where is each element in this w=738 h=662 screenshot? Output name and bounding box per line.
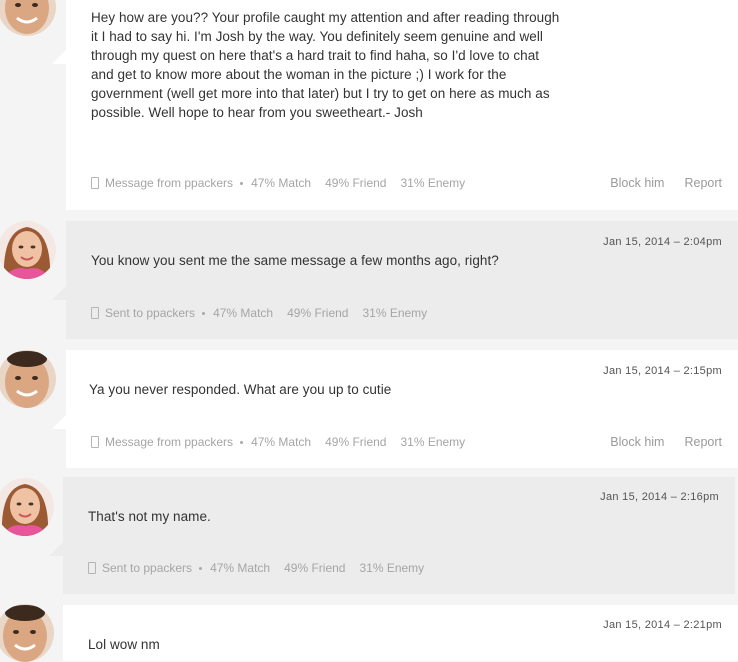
josh-photo-icon xyxy=(0,604,54,662)
bubble-tail xyxy=(49,542,63,556)
phone-icon xyxy=(91,436,99,448)
my-photo-icon xyxy=(0,478,54,536)
message-timestamp: Jan 15, 2014 – 2:15pm xyxy=(603,365,722,377)
match-percent: 47% Match xyxy=(251,176,312,190)
message-bubble: Jan 15, 2014 – 2:16pm That's not my name… xyxy=(63,477,735,594)
enemy-percent: 31% Enemy xyxy=(362,306,428,320)
message-meta: Message from ppackers 47% Match 49% Frie… xyxy=(91,176,465,190)
enemy-percent: 31% Enemy xyxy=(400,176,466,190)
message-text: Hey how are you?? Your profile caught my… xyxy=(91,10,560,120)
friend-percent: 49% Friend xyxy=(287,306,349,320)
message-text: Lol wow nm xyxy=(88,637,160,652)
message-timestamp: Jan 15, 2014 – 2:04pm xyxy=(603,236,722,248)
message-bubble: Jan 15, 2014 – 2:04pm You know you sent … xyxy=(66,221,738,339)
avatar-josh[interactable] xyxy=(0,604,54,662)
message-timestamp: Jan 15, 2014 – 2:21pm xyxy=(603,619,722,631)
friend-percent: 49% Friend xyxy=(325,435,387,449)
bubble-tail xyxy=(52,50,66,64)
block-button[interactable]: Block him xyxy=(610,435,664,449)
avatar-me[interactable] xyxy=(0,478,54,536)
avatar-josh[interactable] xyxy=(0,0,56,36)
josh-photo-icon xyxy=(0,350,56,408)
message-from-link[interactable]: Message from ppackers xyxy=(105,435,233,449)
friend-percent: 49% Friend xyxy=(284,561,346,575)
sent-to-link[interactable]: Sent to ppackers xyxy=(105,306,195,320)
josh-photo-icon xyxy=(0,0,56,36)
message-from-link[interactable]: Message from ppackers xyxy=(105,176,233,190)
message-meta: Sent to ppackers 47% Match 49% Friend 31… xyxy=(88,561,424,575)
message-meta: Message from ppackers 47% Match 49% Frie… xyxy=(91,435,465,449)
my-photo-icon xyxy=(0,221,56,279)
message-text: That's not my name. xyxy=(88,509,211,524)
message-actions: Block him Report xyxy=(610,435,722,449)
message-actions: Block him Report xyxy=(610,176,722,190)
message-text: You know you sent me the same message a … xyxy=(91,253,499,268)
message-timestamp: Jan 15, 2014 – 2:16pm xyxy=(600,491,719,503)
friend-percent: 49% Friend xyxy=(325,176,387,190)
avatar-josh[interactable] xyxy=(0,350,56,408)
phone-icon xyxy=(91,177,99,189)
phone-icon xyxy=(88,562,96,574)
report-button[interactable]: Report xyxy=(684,176,722,190)
message-meta: Sent to ppackers 47% Match 49% Friend 31… xyxy=(91,306,427,320)
report-button[interactable]: Report xyxy=(684,435,722,449)
match-percent: 47% Match xyxy=(213,306,274,320)
bullet-separator xyxy=(240,181,244,185)
phone-icon xyxy=(91,307,99,319)
match-percent: 47% Match xyxy=(210,561,271,575)
message-bubble: Jan 15, 2014 – 2:15pm Ya you never respo… xyxy=(66,350,738,468)
enemy-percent: 31% Enemy xyxy=(359,561,425,575)
sent-to-link[interactable]: Sent to ppackers xyxy=(102,561,192,575)
bullet-separator xyxy=(202,311,206,315)
message-bubble: Hey how are you?? Your profile caught my… xyxy=(66,0,738,210)
message-text: Ya you never responded. What are you up … xyxy=(89,382,392,397)
bubble-tail xyxy=(52,286,66,300)
avatar-me[interactable] xyxy=(0,221,56,279)
bubble-tail xyxy=(52,415,66,429)
bullet-separator xyxy=(199,566,203,570)
enemy-percent: 31% Enemy xyxy=(400,435,466,449)
message-bubble: Jan 15, 2014 – 2:21pm Lol wow nm xyxy=(63,605,738,661)
block-button[interactable]: Block him xyxy=(610,176,664,190)
bullet-separator xyxy=(240,440,244,444)
match-percent: 47% Match xyxy=(251,435,312,449)
